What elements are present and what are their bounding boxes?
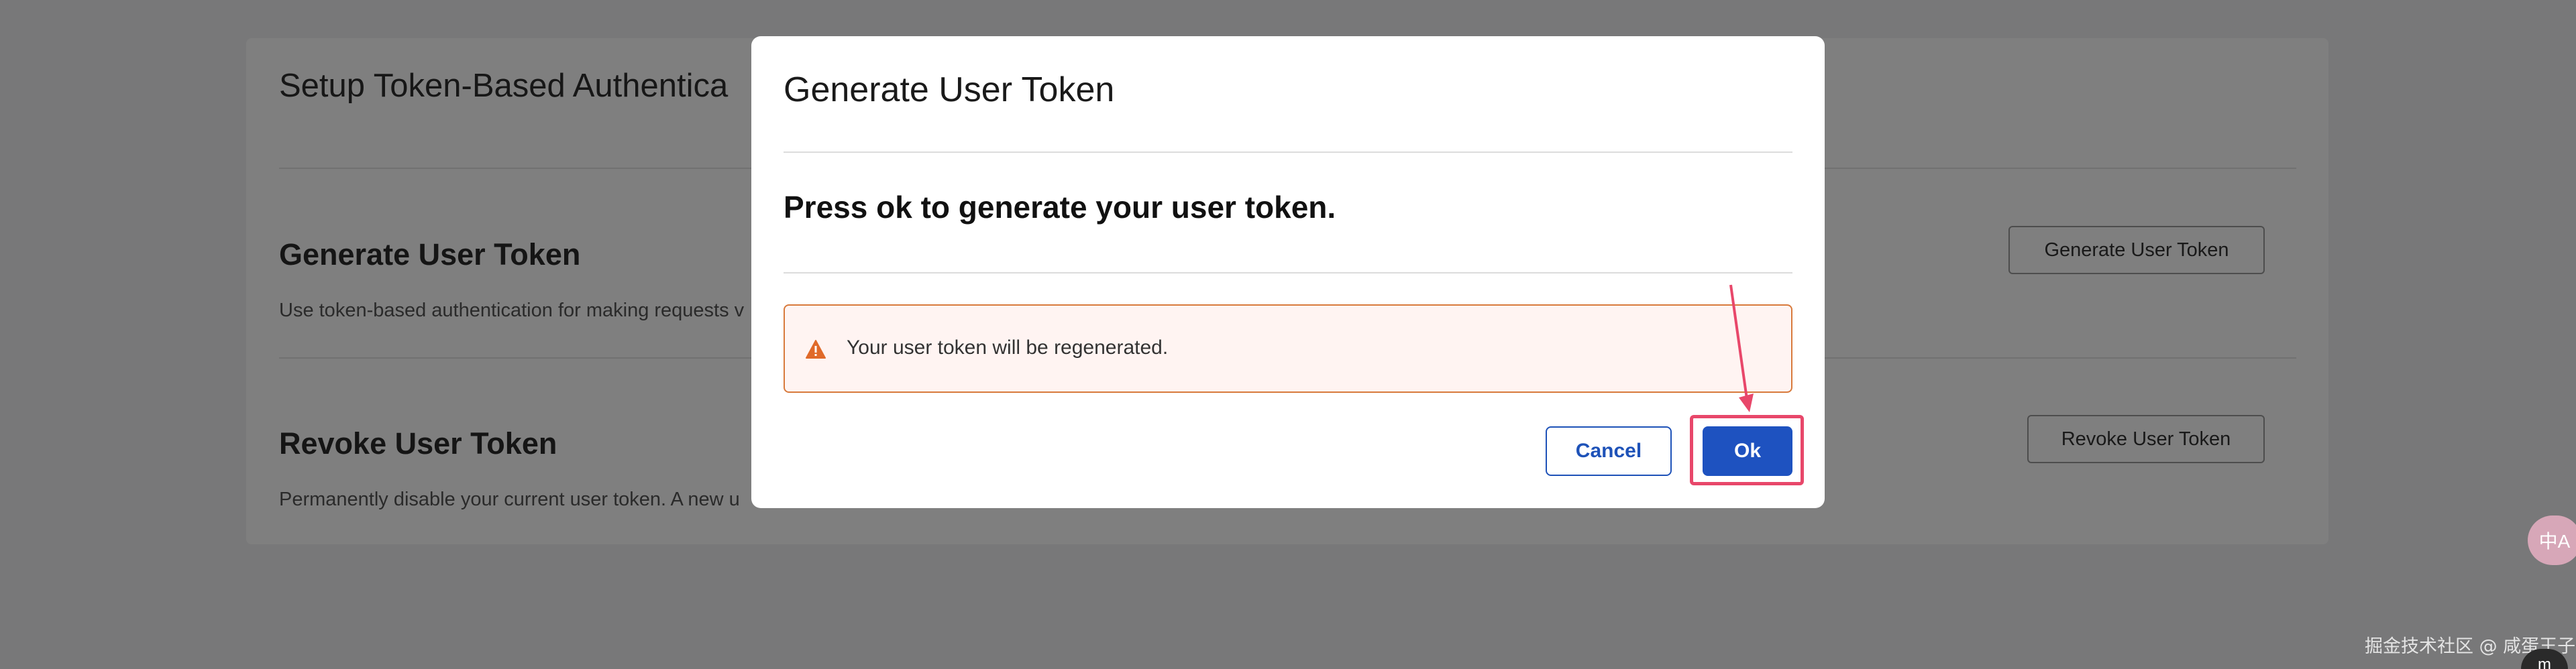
warning-triangle-icon: [806, 340, 826, 359]
translate-button[interactable]: 中A: [2528, 515, 2576, 565]
dialog-divider: [784, 272, 1792, 273]
generate-token-dialog: Generate User Token Press ok to generate…: [751, 36, 1825, 508]
annotation-highlight: [1690, 415, 1804, 485]
warning-text: Your user token will be regenerated.: [847, 337, 1169, 359]
dialog-title: Generate User Token: [784, 70, 1115, 109]
warning-alert: Your user token will be regenerated.: [784, 304, 1792, 393]
dialog-divider: [784, 151, 1792, 153]
dialog-message: Press ok to generate your user token.: [784, 190, 1336, 225]
cancel-button[interactable]: Cancel: [1546, 426, 1672, 476]
annotation-arrow-icon: [1729, 284, 1754, 412]
page: Setup Token-Based Authentica Generate Us…: [0, 0, 2576, 669]
